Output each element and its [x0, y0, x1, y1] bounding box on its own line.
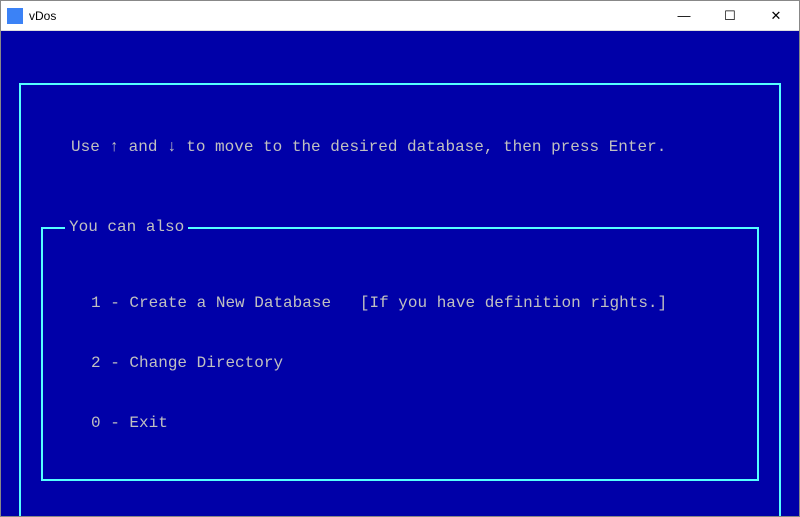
outer-box: Use ↑ and ↓ to move to the desired datab…	[19, 83, 781, 516]
menu-key-2: 2	[91, 354, 101, 372]
terminal-screen[interactable]: Use ↑ and ↓ to move to the desired datab…	[1, 31, 799, 516]
menu-label-2: Change Directory	[129, 354, 283, 372]
menu-key-0: 0	[91, 414, 101, 432]
submenu-legend: You can also	[65, 217, 188, 237]
titlebar[interactable]: vDos — ☐ ✕	[1, 1, 799, 31]
close-button[interactable]: ✕	[753, 1, 799, 31]
app-icon	[7, 8, 23, 24]
menu-label-0: Exit	[129, 414, 167, 432]
menu-label-1: Create a New Database	[129, 294, 331, 312]
maximize-button[interactable]: ☐	[707, 1, 753, 31]
menu-key-1: 1	[91, 294, 101, 312]
window-title: vDos	[29, 9, 56, 23]
menu-note-1: [If you have definition rights.]	[360, 294, 667, 312]
instruction-text: Use ↑ and ↓ to move to the desired datab…	[21, 133, 779, 161]
menu-item-0[interactable]: 0 - Exit	[43, 413, 757, 433]
menu-item-2[interactable]: 2 - Change Directory	[43, 353, 757, 373]
submenu-box: You can also 1 - Create a New Database […	[41, 227, 759, 481]
minimize-button[interactable]: —	[661, 1, 707, 31]
menu-item-1[interactable]: 1 - Create a New Database [If you have d…	[43, 293, 757, 313]
app-window: vDos — ☐ ✕ Use ↑ and ↓ to move to the de…	[0, 0, 800, 517]
